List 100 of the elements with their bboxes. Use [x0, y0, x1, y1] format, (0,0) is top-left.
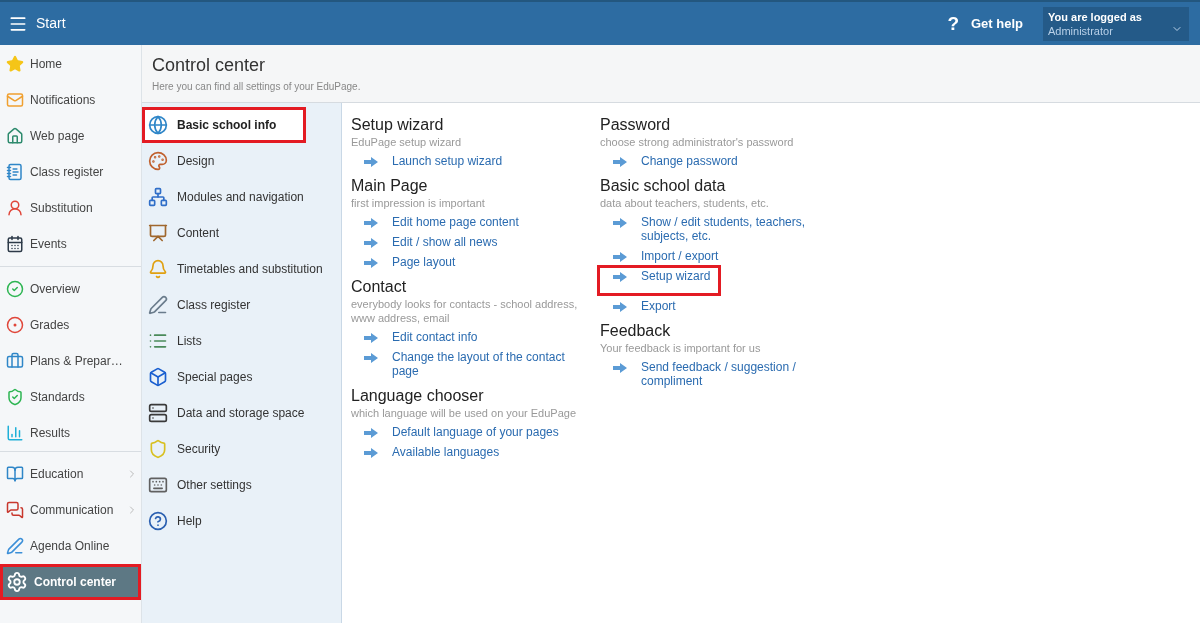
sidebar-item[interactable]: Web page	[0, 118, 141, 154]
arrow-icon	[364, 238, 378, 248]
sidebar-item[interactable]: Grades	[0, 307, 141, 343]
palette-icon	[148, 151, 168, 171]
house-icon	[6, 127, 24, 145]
sidebar-item[interactable]: Events	[0, 226, 141, 262]
easel-icon	[148, 223, 168, 243]
pen-icon	[148, 295, 168, 315]
sidebar-item[interactable]: Class register	[0, 154, 141, 190]
star-icon	[6, 55, 24, 73]
book-icon	[6, 465, 24, 483]
page-title: Control center	[152, 54, 267, 76]
settings-link[interactable]: Setup wizard	[641, 269, 711, 283]
settings-link[interactable]: Edit / show all news	[392, 235, 498, 249]
bell-icon	[148, 259, 168, 279]
sidebar-item[interactable]: Home	[0, 46, 141, 82]
shield-icon	[6, 388, 24, 406]
network-icon	[148, 187, 168, 207]
section-title: Feedback	[600, 321, 672, 341]
section-description: everybody looks for contacts - school address, www address, email	[351, 297, 579, 325]
sidebar-item[interactable]: Plans & Prepar…	[0, 343, 141, 379]
envelope-icon	[6, 91, 24, 109]
get-help-button[interactable]: ? Get help	[947, 13, 1023, 34]
arrow-icon	[364, 448, 378, 458]
arrow-icon	[364, 258, 378, 268]
list-icon	[148, 331, 168, 351]
settings-link[interactable]: Available languages	[392, 445, 500, 459]
settings-link[interactable]: Change password	[641, 154, 738, 168]
section-title: Main Page	[351, 176, 429, 196]
shield-icon	[148, 439, 168, 459]
settings-link[interactable]: Launch setup wizard	[392, 154, 503, 168]
sidebar-item[interactable]: Education	[0, 456, 141, 492]
section-description: Your feedback is important for us	[600, 341, 762, 355]
cube-icon	[148, 367, 168, 387]
arrow-icon	[613, 272, 627, 282]
sidebar-item[interactable]: Agenda Online	[0, 528, 141, 564]
sidebar-item[interactable]: Control center	[0, 564, 141, 600]
sidebar-item[interactable]: Results	[0, 415, 141, 451]
settings-link[interactable]: Page layout	[392, 255, 456, 269]
sidebar-item[interactable]: Standards	[0, 379, 141, 415]
section-description: choose strong administrator's password	[600, 135, 795, 149]
arrow-icon	[613, 252, 627, 262]
sidebar-item[interactable]: Substitution	[0, 190, 141, 226]
section-description: EduPage setup wizard	[351, 135, 463, 149]
section-title: Language chooser	[351, 386, 485, 406]
category-item[interactable]: Help	[142, 503, 341, 539]
person-icon	[6, 199, 24, 217]
category-item[interactable]: Basic school info	[142, 107, 306, 143]
section-title: Basic school data	[600, 176, 727, 196]
server-icon	[148, 403, 168, 423]
arrow-icon	[364, 157, 378, 167]
category-item[interactable]: Content	[142, 215, 341, 251]
menu-button[interactable]: Start	[0, 2, 78, 45]
settings-link[interactable]: Change the layout of the contact page	[392, 350, 591, 378]
arrow-icon	[364, 218, 378, 228]
category-item[interactable]: Data and storage space	[142, 395, 341, 431]
settings-link[interactable]: Import / export	[641, 249, 719, 263]
category-item[interactable]: Lists	[142, 323, 341, 359]
briefcase-icon	[6, 352, 24, 370]
help-icon	[148, 511, 168, 531]
section-description: which language will be used on your EduPage	[351, 406, 578, 420]
category-item[interactable]: Other settings	[142, 467, 341, 503]
section-title: Setup wizard	[351, 115, 445, 135]
notebook-icon	[6, 163, 24, 181]
category-item[interactable]: Security	[142, 431, 341, 467]
settings-link[interactable]: Export	[641, 299, 676, 313]
sidebar-item[interactable]: Notifications	[0, 82, 141, 118]
settings-link[interactable]: Edit contact info	[392, 330, 478, 344]
category-item[interactable]: Modules and navigation	[142, 179, 341, 215]
sidebar-item[interactable]: Communication	[0, 492, 141, 528]
category-item[interactable]: Design	[142, 143, 341, 179]
section-title: Contact	[351, 277, 408, 297]
globe-icon	[148, 115, 168, 135]
gear-icon	[6, 571, 28, 593]
pen-icon	[6, 537, 24, 555]
arrow-icon	[613, 218, 627, 228]
calendar-icon	[6, 235, 24, 253]
user-dropdown[interactable]: You are logged as Administrator	[1043, 6, 1189, 41]
category-item[interactable]: Special pages	[142, 359, 341, 395]
check-circle-icon	[6, 280, 24, 298]
bar-chart-icon	[6, 424, 24, 442]
keyboard-icon	[148, 475, 168, 495]
arrow-icon	[364, 333, 378, 343]
category-item[interactable]: Class register	[142, 287, 341, 323]
settings-link[interactable]: Default language of your pages	[392, 425, 559, 439]
settings-link[interactable]: Send feedback / suggestion / compliment	[641, 360, 840, 388]
section-description: data about teachers, students, etc.	[600, 196, 770, 210]
settings-link[interactable]: Show / edit students, teachers, subjects, etc.	[641, 215, 840, 243]
page-subtitle: Here you can find all settings of your EduPage.	[152, 80, 362, 94]
sidebar-item[interactable]: Overview	[0, 271, 141, 307]
arrow-icon	[613, 157, 627, 167]
section-description: first impression is important	[351, 196, 486, 210]
arrow-icon	[613, 363, 627, 373]
chat-icon	[6, 501, 24, 519]
arrow-icon	[613, 302, 627, 312]
settings-link[interactable]: Edit home page content	[392, 215, 519, 229]
category-item[interactable]: Timetables and substitution	[142, 251, 341, 287]
arrow-icon	[364, 353, 378, 363]
arrow-icon	[364, 428, 378, 438]
section-title: Password	[600, 115, 672, 135]
